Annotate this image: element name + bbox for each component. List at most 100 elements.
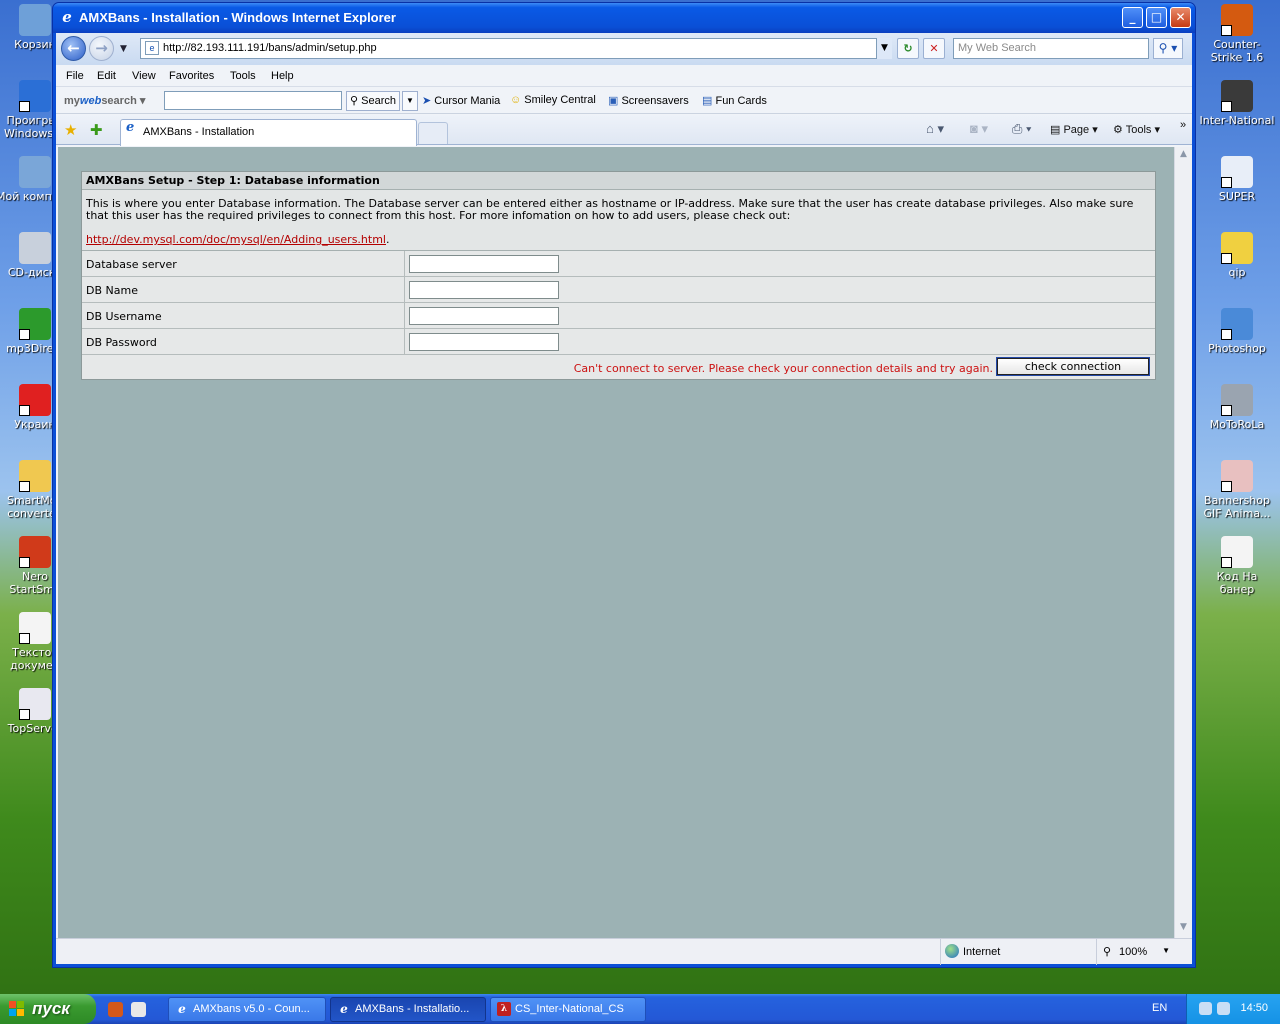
task-amxbans-counter[interactable]: e AMXbans v5.0 - Coun... bbox=[168, 997, 326, 1022]
task-cs-inter-national[interactable]: λ CS_Inter-National_CS bbox=[490, 997, 646, 1022]
volume-tray-icon[interactable] bbox=[1217, 1002, 1230, 1015]
history-dropdown-icon[interactable]: ▼ bbox=[120, 44, 127, 54]
page-menu-label: Page bbox=[1063, 124, 1090, 136]
tools-menu-label: Tools bbox=[1125, 124, 1152, 136]
desktop-icon-label: qip bbox=[1228, 266, 1246, 279]
network-tray-icon[interactable] bbox=[1199, 1002, 1212, 1015]
half-life-quicklaunch-icon[interactable] bbox=[108, 1002, 123, 1017]
home-icon[interactable]: ⌂ ▾ bbox=[926, 121, 944, 137]
smiley-central-label: Smiley Central bbox=[524, 94, 596, 106]
menu-bar: File Edit View Favorites Tools Help bbox=[56, 65, 1192, 87]
tab-label: AMXBans - Installation bbox=[143, 126, 255, 138]
language-indicator[interactable]: EN bbox=[1152, 1002, 1167, 1014]
add-favorite-icon[interactable]: ✚ bbox=[90, 121, 103, 139]
logo-my: my bbox=[64, 95, 80, 107]
zoom-control[interactable]: ⚲ 100% ▼ bbox=[1096, 939, 1176, 965]
new-tab-button[interactable] bbox=[418, 122, 448, 144]
mp3direct-icon bbox=[19, 308, 51, 340]
zoom-level: 100% bbox=[1119, 946, 1148, 958]
desktop-icon-label: Counter-Strike 1.6 bbox=[1210, 38, 1264, 64]
page-content: AMXBans Setup - Step 1: Database informa… bbox=[58, 147, 1174, 938]
desktop-icon[interactable]: SUPER bbox=[1198, 156, 1276, 203]
link-period: . bbox=[386, 233, 390, 246]
security-zone[interactable]: Internet bbox=[940, 939, 1090, 965]
tab-amxbans-installation[interactable]: e AMXBans - Installation bbox=[120, 119, 417, 146]
mywebsearch-logo[interactable]: mywebsearch ▾ bbox=[64, 94, 145, 107]
search-button-label: Search bbox=[361, 95, 396, 107]
tab-bar: ★ ✚ e AMXBans - Installation ⌂ ▾ ◙ ▾ ⎙ ▾… bbox=[56, 115, 1192, 146]
maximize-button[interactable]: □ bbox=[1146, 7, 1167, 28]
fun-cards-link[interactable]: ▤ Fun Cards bbox=[702, 94, 767, 107]
chevron-more-icon[interactable]: » bbox=[1180, 119, 1186, 131]
screensavers-label: Screensavers bbox=[621, 95, 689, 107]
mysql-help-link[interactable]: http://dev.mysql.com/doc/mysql/en/Adding… bbox=[86, 234, 386, 246]
menu-favorites[interactable]: Favorites bbox=[169, 70, 214, 82]
desktop-icon[interactable]: qip bbox=[1198, 232, 1276, 279]
feeds-icon[interactable]: ◙ ▾ bbox=[970, 121, 988, 137]
vertical-scrollbar[interactable]: ▲ ▼ bbox=[1174, 147, 1192, 938]
page-menu[interactable]: ▤ Page ▾ bbox=[1050, 123, 1098, 136]
setup-description: This is where you enter Database informa… bbox=[82, 190, 1155, 251]
super-icon bbox=[1221, 156, 1253, 188]
forward-button[interactable]: → bbox=[89, 36, 114, 61]
desktop-icon[interactable]: Photoshop bbox=[1198, 308, 1276, 355]
search-icon[interactable]: ⚲ ▾ bbox=[1153, 38, 1183, 59]
address-dropdown-icon[interactable]: ▼ bbox=[876, 38, 892, 59]
menu-edit[interactable]: Edit bbox=[97, 70, 116, 82]
check-connection-button[interactable]: check connection bbox=[996, 357, 1150, 376]
desktop-icon[interactable]: Counter-Strike 1.6 bbox=[1198, 4, 1276, 64]
desktop-icon[interactable]: Inter-National bbox=[1198, 80, 1276, 127]
text-document-icon bbox=[1221, 536, 1253, 568]
qip-icon bbox=[1221, 232, 1253, 264]
minimize-button[interactable]: _ bbox=[1122, 7, 1143, 28]
media-player-icon bbox=[19, 80, 51, 112]
status-bar: Internet ⚲ 100% ▼ bbox=[56, 938, 1192, 965]
favorites-star-icon[interactable]: ★ bbox=[64, 121, 77, 139]
toolbar-search-button[interactable]: ⚲ Search bbox=[346, 91, 400, 111]
db-username-input[interactable] bbox=[409, 307, 559, 325]
desktop-icon[interactable]: Bannershop GIF Anima... bbox=[1198, 460, 1276, 520]
topserver-icon bbox=[19, 688, 51, 720]
desktop-icon[interactable]: Код На банер bbox=[1198, 536, 1276, 596]
browser-chrome: ← → ▼ e http://82.193.111.191/bans/admin… bbox=[56, 33, 1192, 965]
runner-quicklaunch-icon[interactable] bbox=[131, 1002, 146, 1017]
close-button[interactable]: ✕ bbox=[1170, 7, 1191, 28]
windows-logo-icon bbox=[9, 1001, 25, 1017]
menu-view[interactable]: View bbox=[132, 70, 156, 82]
task-amxbans-installation[interactable]: e AMXBans - Installatio... bbox=[330, 997, 486, 1022]
desktop-icon-label: Photoshop bbox=[1208, 342, 1266, 355]
start-button[interactable]: пуск bbox=[0, 994, 96, 1024]
scroll-down-icon[interactable]: ▼ bbox=[1177, 922, 1190, 936]
toolbar-search-dropdown[interactable]: ▼ bbox=[402, 91, 418, 111]
refresh-icon[interactable]: ↻ bbox=[897, 38, 919, 59]
logo-web: web bbox=[79, 95, 102, 107]
db-name-input[interactable] bbox=[409, 281, 559, 299]
desktop-icon[interactable]: MoToRoLa bbox=[1198, 384, 1276, 431]
db-name-label: DB Name bbox=[86, 284, 138, 297]
tools-menu[interactable]: ⚙ Tools ▾ bbox=[1113, 123, 1160, 136]
page-icon: ▤ bbox=[1050, 124, 1061, 136]
globe-icon bbox=[945, 944, 959, 958]
taskbar: пуск e AMXbans v5.0 - Coun... e AMXBans - … bbox=[0, 994, 1280, 1024]
web-search-input[interactable]: My Web Search bbox=[953, 38, 1149, 59]
toolbar-search-input[interactable] bbox=[164, 91, 342, 110]
menu-tools[interactable]: Tools bbox=[230, 70, 256, 82]
db-password-input[interactable] bbox=[409, 333, 559, 351]
cursor-mania-link[interactable]: ➤ Cursor Mania bbox=[422, 94, 500, 107]
scroll-up-icon[interactable]: ▲ bbox=[1177, 149, 1190, 163]
database-server-input[interactable] bbox=[409, 255, 559, 273]
address-input[interactable]: e http://82.193.111.191/bans/admin/setup… bbox=[140, 38, 892, 59]
screensavers-link[interactable]: ▣ Screensavers bbox=[608, 94, 689, 107]
menu-file[interactable]: File bbox=[66, 70, 84, 82]
title-bar[interactable]: e AMXBans - Installation - Windows Inter… bbox=[53, 3, 1195, 33]
divider bbox=[404, 251, 405, 276]
menu-help[interactable]: Help bbox=[271, 70, 294, 82]
desktop-icon-label: MoToRoLa bbox=[1209, 418, 1265, 431]
cd-drive-icon bbox=[19, 232, 51, 264]
print-icon[interactable]: ⎙ ▾ bbox=[1012, 121, 1031, 137]
db-username-label: DB Username bbox=[86, 310, 162, 323]
setup-panel: AMXBans Setup - Step 1: Database informa… bbox=[81, 171, 1156, 380]
smiley-central-link[interactable]: ☺ Smiley Central bbox=[510, 94, 596, 106]
stop-icon[interactable]: ✕ bbox=[923, 38, 945, 59]
back-button[interactable]: ← bbox=[61, 36, 86, 61]
